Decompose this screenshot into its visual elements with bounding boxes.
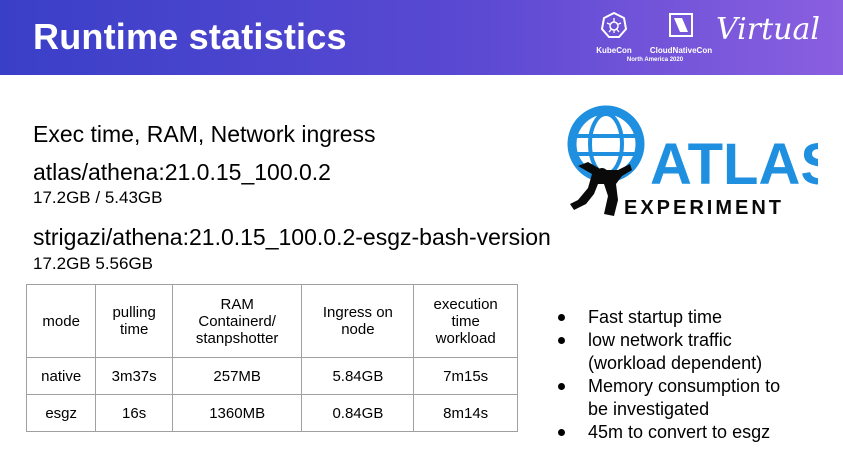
header-execution-time: execution time workload	[413, 284, 518, 358]
kubecon-label: KubeCon	[596, 46, 632, 55]
slide-title: Runtime statistics	[33, 16, 347, 57]
bullet-icon	[558, 429, 565, 436]
table-cell: 5.84GB	[301, 357, 415, 395]
virtual-wordmark: Virtual	[716, 12, 820, 47]
kubecon-logo: KubeCon	[586, 11, 642, 55]
stats-subtitle: Exec time, RAM, Network ingress	[33, 121, 376, 147]
bullet-icon	[558, 383, 565, 390]
list-item: Fast startup time	[558, 306, 838, 329]
header-banner: Runtime statistics KubeCon CloudNativeCo…	[0, 0, 843, 75]
header-pulling-time: pulling time	[95, 284, 173, 358]
cncf-label: CloudNativeCon	[649, 46, 713, 55]
runtime-stats-table: mode pulling time RAM Containerd/ stanps…	[25, 284, 518, 432]
table-row: esgz 16s 1360MB 0.84GB 8m14s	[25, 394, 518, 432]
list-item: 45m to convert to esgz	[558, 421, 838, 444]
atlas-experiment-logo: ATLAS EXPERIMENT	[567, 105, 818, 219]
image-name-2: strigazi/athena:21.0.15_100.0.2-esgz-bas…	[33, 224, 551, 250]
list-item: low network traffic (workload dependent)	[558, 329, 838, 375]
header-ingress: Ingress on node	[301, 284, 415, 358]
table-cell: 257MB	[171, 357, 303, 395]
event-region: North America 2020	[626, 57, 684, 63]
table-cell: 16s	[95, 394, 173, 432]
kubernetes-wheel-icon	[600, 11, 628, 38]
cncf-logo: CloudNativeCon	[648, 12, 714, 55]
image-size-2: 17.2GB 5.56GB	[33, 254, 154, 273]
table-cell: 7m15s	[413, 357, 518, 395]
image-size-1: 17.2GB / 5.43GB	[33, 188, 163, 207]
header-mode: mode	[25, 284, 97, 358]
table-row: native 3m37s 257MB 5.84GB 7m15s	[25, 357, 518, 395]
image-name-1: atlas/athena:21.0.15_100.0.2	[33, 159, 331, 185]
findings-list: Fast startup time low network traffic (w…	[558, 306, 838, 444]
table-cell: 8m14s	[413, 394, 518, 432]
bullet-icon	[558, 314, 565, 321]
atlas-wordmark: ATLAS	[650, 132, 818, 197]
header-ram: RAM Containerd/ stanpshotter	[171, 284, 303, 358]
table-cell: esgz	[25, 394, 97, 432]
experiment-wordmark: EXPERIMENT	[624, 197, 784, 219]
table-cell: native	[25, 357, 97, 395]
bullet-icon	[558, 337, 565, 344]
list-item: Memory consumption to be investigated	[558, 375, 838, 421]
table-cell: 0.84GB	[301, 394, 415, 432]
table-header-row: mode pulling time RAM Containerd/ stanps…	[25, 284, 518, 358]
table-cell: 1360MB	[171, 394, 303, 432]
table-cell: 3m37s	[95, 357, 173, 395]
cncf-square-icon	[669, 13, 693, 37]
